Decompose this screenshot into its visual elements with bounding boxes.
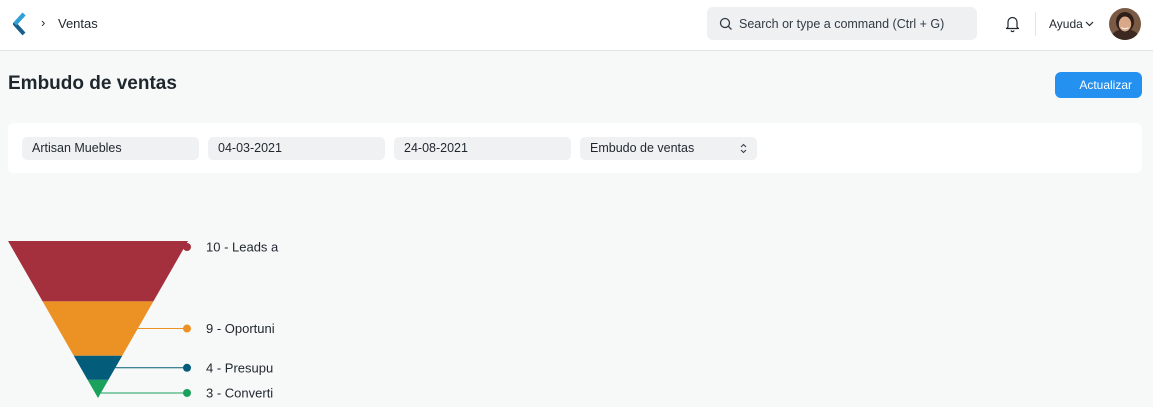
from-date-field[interactable]: 04-03-2021	[208, 137, 385, 160]
chart-type-select-value: Embudo de ventas	[590, 141, 695, 155]
notification-bell-icon[interactable]	[1004, 14, 1021, 33]
funnel-label-dot	[183, 324, 191, 333]
funnel-label-dot	[183, 388, 191, 397]
app-logo-icon[interactable]	[12, 12, 28, 36]
sales-funnel-chart: 10 - Leads a 9 - Oportuni 4 - Presupu 3 - C…	[8, 240, 279, 400]
funnel-segment[interactable]	[73, 355, 123, 380]
funnel-segment[interactable]	[42, 301, 154, 356]
funnel-label-dot	[183, 243, 191, 251]
filter-bar: Artisan Muebles 04-03-2021 24-08-2021 Em…	[8, 123, 1142, 173]
avatar-image	[1109, 8, 1141, 40]
select-arrows-icon	[740, 143, 747, 154]
search-bar[interactable]: Search or type a command (Ctrl + G)	[707, 7, 977, 40]
chevron-down-icon[interactable]	[1085, 21, 1094, 27]
navbar: › Ventas Search or type a command (Ctrl …	[0, 0, 1153, 51]
funnel-stage-label: 4 - Presupu	[206, 360, 273, 375]
breadcrumb-ventas[interactable]: Ventas	[58, 16, 98, 31]
chevron-right-icon: ›	[41, 15, 46, 30]
funnel-stage-label: 9 - Oportuni	[206, 321, 275, 336]
funnel-label-dot	[183, 363, 191, 372]
funnel-stage-label: 3 - Converti	[206, 385, 273, 400]
page-title: Embudo de ventas	[8, 73, 177, 94]
company-field[interactable]: Artisan Muebles	[22, 137, 199, 160]
chart-type-select[interactable]: Embudo de ventas	[580, 137, 757, 160]
search-input[interactable]: Search or type a command (Ctrl + G)	[739, 17, 944, 31]
funnel-segment[interactable]	[8, 241, 188, 302]
funnel-segment[interactable]	[87, 379, 109, 398]
search-icon	[719, 17, 732, 30]
to-date-field[interactable]: 24-08-2021	[394, 137, 571, 160]
help-menu[interactable]: Ayuda	[1049, 17, 1083, 31]
user-avatar[interactable]	[1109, 8, 1141, 40]
navbar-divider	[1035, 12, 1036, 36]
funnel-stage-label: 10 - Leads a	[206, 240, 279, 255]
refresh-button[interactable]: Actualizar	[1055, 72, 1142, 98]
